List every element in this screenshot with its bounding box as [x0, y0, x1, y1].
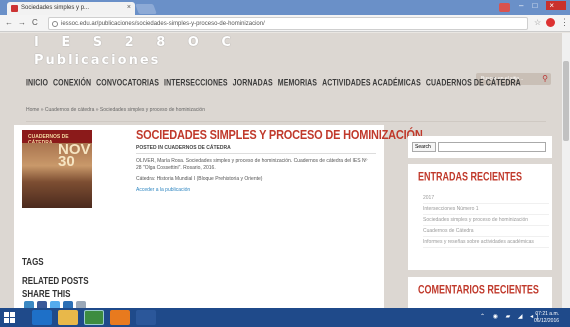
back-arrow-icon[interactable]: ← — [5, 18, 13, 27]
post-reference: OLIVER, María Rosa. Sociedades simples y… — [136, 158, 368, 171]
nav-item-convocatorias[interactable]: CONVOCATORIAS — [96, 79, 159, 88]
cover-number: NOV 30 — [58, 141, 91, 170]
recent-post-item[interactable]: Informes y reseñas sobre actividades aca… — [423, 237, 549, 248]
chrome-icon[interactable] — [84, 310, 104, 325]
scrollbar-thumb[interactable] — [563, 61, 569, 141]
sidebar-search: Search — [408, 136, 552, 158]
nav-item-inicio[interactable]: INICIO — [26, 79, 48, 88]
taskbar-clock[interactable]: 07:21 a.m. 06/12/2016 — [534, 311, 559, 325]
recent-post-item[interactable]: Cuadernos de Cátedra — [423, 226, 549, 237]
divider — [136, 153, 376, 154]
post-card: CUADERNOS DE CÁTEDRA NOV 30 SOCIEDADES S… — [14, 125, 423, 308]
share-facebook-icon[interactable] — [37, 301, 47, 308]
reload-icon[interactable]: C — [32, 18, 38, 27]
internet-explorer-icon[interactable] — [32, 310, 52, 325]
sidebar-search-button[interactable]: Search — [412, 142, 436, 152]
share-linkedin-icon[interactable] — [24, 301, 34, 308]
outlook-icon[interactable] — [110, 310, 130, 325]
forward-arrow-icon[interactable]: → — [18, 18, 26, 27]
share-twitter-icon[interactable] — [50, 301, 60, 308]
access-publication-link[interactable]: Acceder a la publicación — [136, 187, 190, 193]
post-cover-image[interactable]: CUADERNOS DE CÁTEDRA NOV 30 — [22, 130, 92, 208]
window-controls: –□ × — [519, 1, 566, 10]
bookmark-star-icon[interactable]: ☆ — [534, 18, 541, 27]
nav-item-memorias[interactable]: MEMORIAS — [278, 79, 317, 88]
nav-item-conexion[interactable]: CONEXIÓN — [53, 79, 91, 88]
site-info-icon[interactable] — [52, 21, 58, 27]
recent-post-item[interactable]: 2017 — [423, 193, 549, 204]
address-bar[interactable]: iessoc.edu.ar/publicaciones/sociedades-s… — [48, 17, 528, 30]
browser-toolbar: ← → C iessoc.edu.ar/publicaciones/socied… — [0, 15, 570, 32]
web-page: I E S 2 8 O C Publicaciones Buscar en el… — [0, 33, 562, 308]
windows-start-icon[interactable] — [4, 312, 15, 323]
maximize-icon[interactable]: □ — [532, 1, 546, 10]
main-nav: INICIO CONEXIÓN CONVOCATORIAS INTERSECCI… — [26, 79, 521, 88]
tags-heading: TAGS — [22, 256, 44, 268]
user-profile-icon[interactable] — [499, 3, 510, 12]
recent-posts-widget: ENTRADAS RECIENTES 2017 Intersecciones N… — [408, 164, 552, 270]
browser-menu-icon[interactable]: ⋮ — [560, 17, 569, 28]
recent-post-item[interactable]: Sociedades simples y proceso de hominiza… — [423, 215, 549, 226]
post-meta[interactable]: POSTED IN CUADERNOS DE CÁTEDRA — [136, 145, 231, 151]
nav-item-cuadernos[interactable]: CUADERNOS DE CÁTEDRA — [426, 79, 521, 88]
system-tray[interactable]: ⌃ ◉ ▰ ◢ ◂) — [480, 313, 541, 320]
share-heading: SHARE THIS — [22, 288, 71, 300]
share-email-icon[interactable] — [76, 301, 86, 308]
site-favicon-icon — [11, 5, 18, 12]
word-icon[interactable] — [136, 310, 156, 325]
recent-posts-heading: ENTRADAS RECIENTES — [418, 170, 523, 183]
close-window-icon[interactable]: × — [546, 1, 566, 10]
minimize-icon[interactable]: – — [519, 1, 532, 10]
divider — [26, 121, 546, 122]
tab-title: Sociedades simples y p... — [21, 5, 90, 11]
nav-item-intersecciones[interactable]: INTERSECCIONES — [164, 79, 228, 88]
url-text: iessoc.edu.ar/publicaciones/sociedades-s… — [61, 21, 265, 27]
clock-date: 06/12/2016 — [534, 318, 560, 324]
new-tab-button[interactable] — [135, 4, 157, 14]
share-delicious-icon[interactable] — [63, 301, 73, 308]
recent-comments-heading: COMENTARIOS RECIENTES — [418, 283, 539, 296]
sidebar-search-input[interactable] — [438, 142, 546, 152]
site-subtitle: Publicaciones — [34, 53, 161, 68]
browser-tab[interactable]: Sociedades simples y p... × — [7, 2, 135, 15]
recent-comments-widget: COMENTARIOS RECIENTES — [408, 277, 552, 308]
file-explorer-icon[interactable] — [58, 310, 78, 325]
nav-item-actividades[interactable]: ACTIVIDADES ACADÉMICAS — [322, 79, 421, 88]
site-title[interactable]: I E S 2 8 O C — [34, 35, 240, 50]
recent-posts-list: 2017 Intersecciones Número 1 Sociedades … — [423, 193, 549, 248]
close-tab-icon[interactable]: × — [127, 4, 131, 11]
related-posts-heading: RELATED POSTS — [22, 275, 89, 287]
page-scrollbar[interactable] — [562, 33, 570, 308]
post-title[interactable]: SOCIEDADES SIMPLES Y PROCESO DE HOMINIZA… — [136, 128, 423, 142]
browser-tab-strip: Sociedades simples y p... × –□ × — [0, 0, 570, 15]
recent-post-item[interactable]: Intersecciones Número 1 — [423, 204, 549, 215]
share-buttons — [24, 301, 86, 308]
nav-item-jornadas[interactable]: JORNADAS — [233, 79, 273, 88]
search-icon[interactable]: ⚲ — [542, 74, 548, 83]
taskbar: ⌃ ◉ ▰ ◢ ◂) 07:21 a.m. 06/12/2016 — [0, 308, 570, 327]
extension-icon[interactable] — [546, 18, 555, 27]
post-category: Cátedra: Historia Mundial I (Bloque Preh… — [136, 176, 263, 182]
clock-time: 07:21 a.m. — [535, 311, 560, 317]
breadcrumb[interactable]: Home » Cuadernos de cátedra » Sociedades… — [26, 107, 205, 113]
